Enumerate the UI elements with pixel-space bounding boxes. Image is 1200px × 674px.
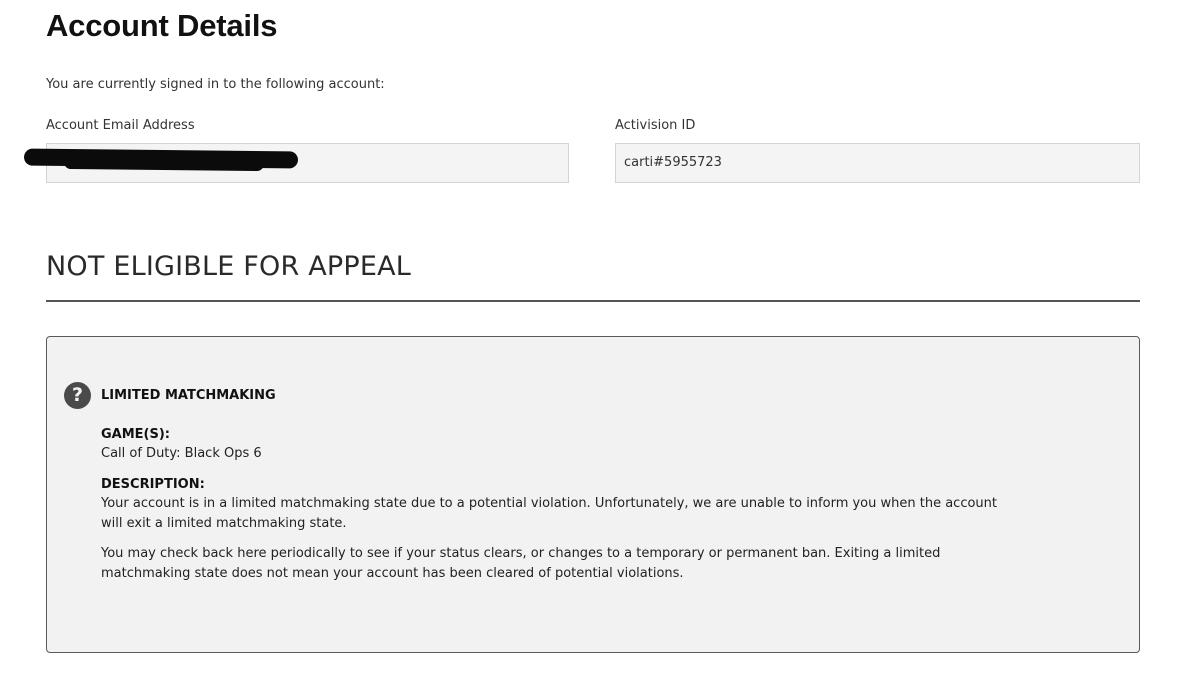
description-label: DESCRIPTION: <box>101 477 205 492</box>
page-title: Account Details <box>46 8 278 43</box>
section-divider <box>46 300 1140 302</box>
signed-in-text: You are currently signed in to the follo… <box>46 77 385 92</box>
email-field-label: Account Email Address <box>46 118 195 133</box>
question-circle-icon[interactable]: ? <box>64 382 91 409</box>
games-value: Call of Duty: Black Ops 6 <box>101 446 262 461</box>
activision-id-field[interactable]: carti#5955723 <box>615 143 1140 183</box>
description-paragraph-1: Your account is in a limited matchmaking… <box>101 496 998 531</box>
appeal-status-heading: NOT ELIGIBLE FOR APPEAL <box>46 251 412 282</box>
description-paragraph-2: You may check back here periodically to … <box>101 546 941 581</box>
activision-id-label: Activision ID <box>615 118 696 133</box>
games-label: GAME(S): <box>101 427 170 442</box>
email-redaction-mark <box>23 148 299 169</box>
penalty-title: LIMITED MATCHMAKING <box>101 388 276 403</box>
